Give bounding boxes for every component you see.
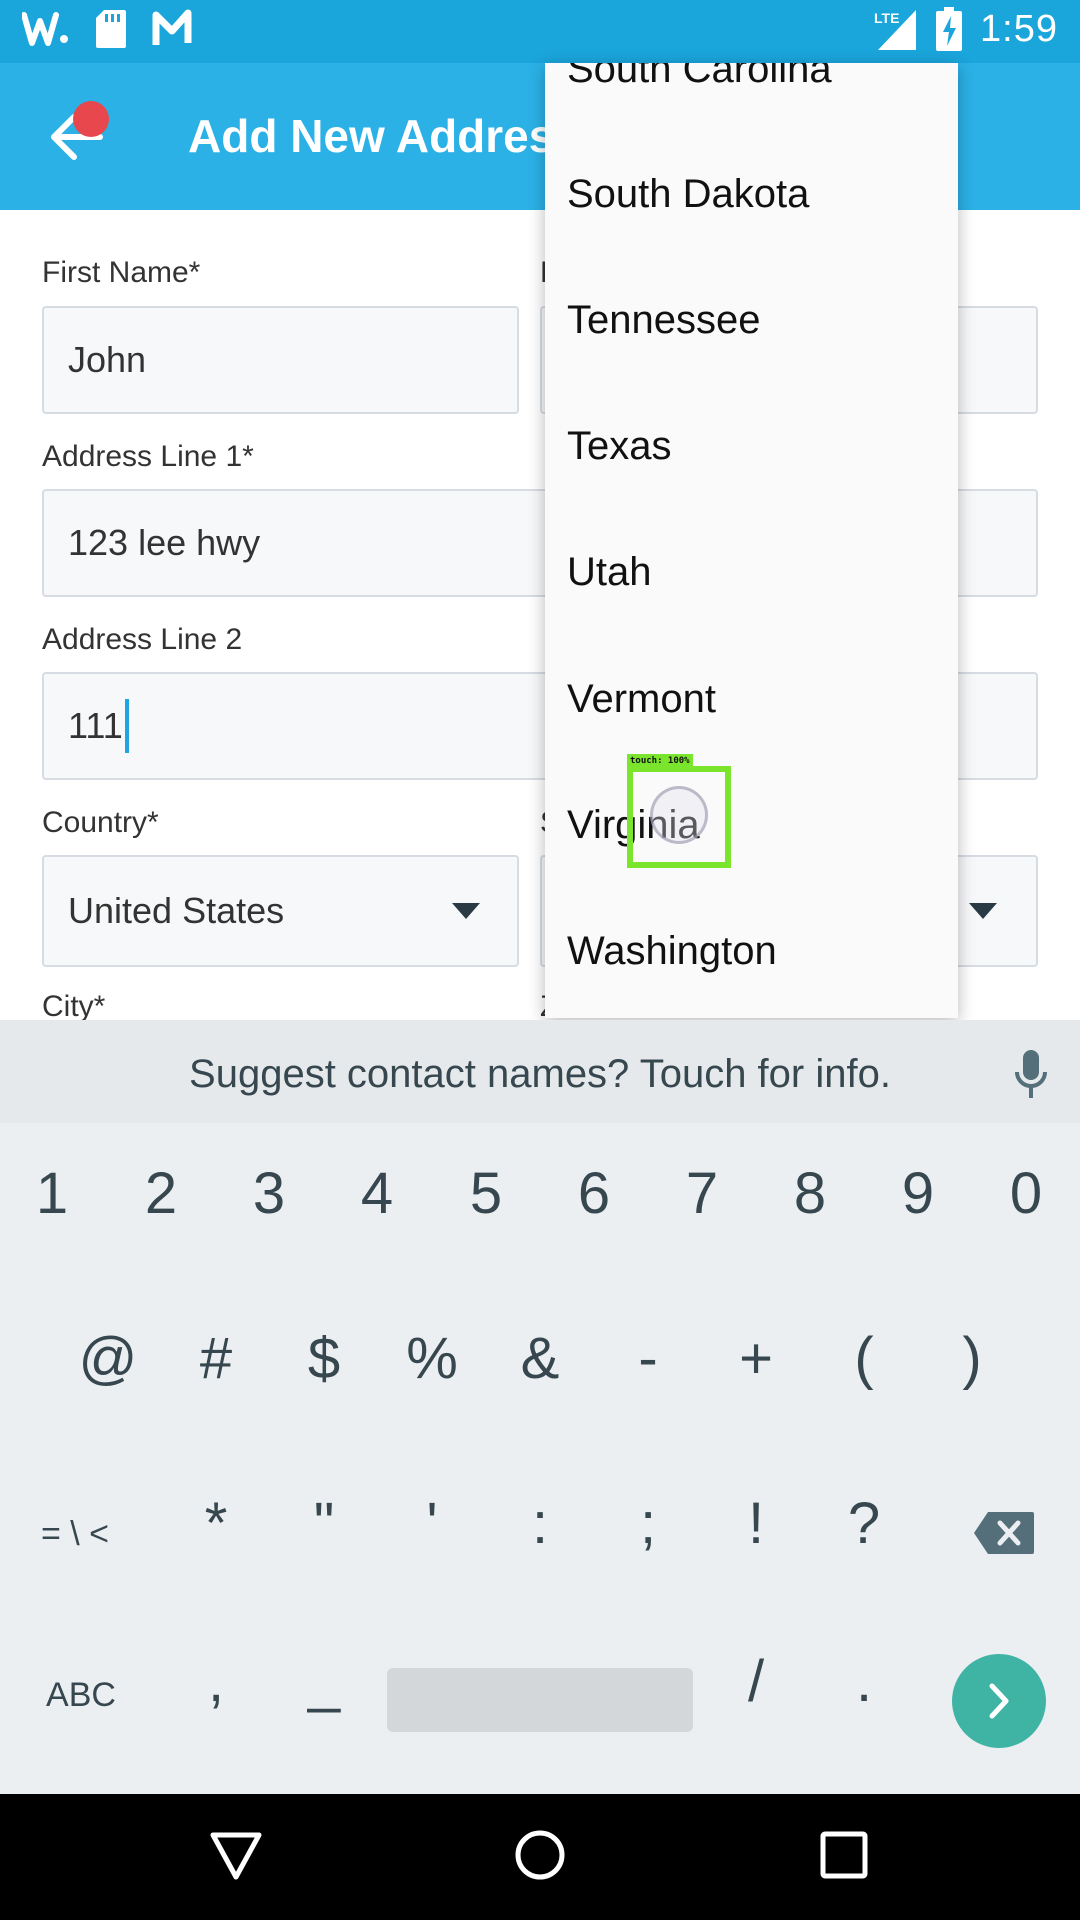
- key-underscore[interactable]: _: [279, 1648, 369, 1715]
- first-name-value: John: [68, 339, 147, 380]
- touch-label: touch: 100%: [627, 754, 693, 768]
- touch-indicator: [627, 766, 731, 868]
- key-exclamation[interactable]: !: [711, 1490, 801, 1557]
- dropdown-item-south-carolina[interactable]: South Carolina: [567, 63, 832, 92]
- first-name-label: First Name*: [42, 256, 201, 289]
- text-cursor: [124, 699, 129, 753]
- key-comma[interactable]: ,: [171, 1648, 261, 1715]
- key-percent[interactable]: %: [387, 1325, 477, 1392]
- enter-button[interactable]: [952, 1654, 1046, 1748]
- key-4[interactable]: 4: [332, 1160, 422, 1227]
- key-8[interactable]: 8: [765, 1160, 855, 1227]
- dropdown-item-utah[interactable]: Utah: [567, 550, 652, 595]
- key-5[interactable]: 5: [441, 1160, 531, 1227]
- key-double-quote[interactable]: ": [279, 1490, 369, 1557]
- navigation-bar: [0, 1794, 1080, 1920]
- dropdown-item-tennessee[interactable]: Tennessee: [567, 298, 760, 343]
- key-single-quote[interactable]: ': [387, 1490, 477, 1557]
- country-select[interactable]: United States: [42, 855, 519, 967]
- key-semicolon[interactable]: ;: [603, 1490, 693, 1557]
- key-minus[interactable]: -: [603, 1325, 693, 1392]
- key-ampersand[interactable]: &: [495, 1325, 585, 1392]
- recents-square-icon[interactable]: [818, 1829, 870, 1881]
- first-name-field[interactable]: John: [42, 306, 519, 414]
- status-bar: LTE 1:59: [0, 0, 1080, 63]
- key-plus[interactable]: +: [711, 1325, 801, 1392]
- dropdown-item-vermont[interactable]: Vermont: [567, 677, 716, 722]
- address2-value: 111: [68, 705, 123, 746]
- key-7[interactable]: 7: [657, 1160, 747, 1227]
- key-slash[interactable]: /: [711, 1648, 801, 1715]
- suggestion-text: Suggest contact names? Touch for info.: [189, 1052, 891, 1096]
- w-app-icon: [22, 12, 68, 46]
- dropdown-item-south-dakota[interactable]: South Dakota: [567, 172, 809, 217]
- key-close-paren[interactable]: ): [927, 1325, 1017, 1392]
- state-dropdown-list[interactable]: South Carolina South Dakota Tennessee Te…: [545, 63, 958, 1018]
- address2-label: Address Line 2: [42, 623, 243, 656]
- key-period[interactable]: .: [819, 1648, 909, 1715]
- sd-card-icon: [96, 10, 126, 48]
- key-question[interactable]: ?: [819, 1490, 909, 1557]
- battery-charging-icon: [936, 7, 963, 51]
- page-title: Add New Address: [188, 110, 580, 162]
- key-1[interactable]: 1: [7, 1160, 97, 1227]
- soft-keyboard: Suggest contact names? Touch for info. 1…: [0, 1020, 1080, 1794]
- chevron-right-icon: [989, 1683, 1009, 1719]
- chevron-down-icon: [452, 903, 480, 919]
- key-dollar[interactable]: $: [279, 1325, 369, 1392]
- backspace-icon[interactable]: [972, 1510, 1036, 1556]
- key-3[interactable]: 3: [224, 1160, 314, 1227]
- country-value: United States: [68, 890, 285, 931]
- chevron-down-icon: [969, 903, 997, 919]
- back-triangle-icon[interactable]: [208, 1827, 264, 1883]
- key-at[interactable]: @: [63, 1325, 153, 1392]
- suggestion-strip[interactable]: Suggest contact names? Touch for info.: [0, 1020, 1080, 1123]
- dropdown-item-washington[interactable]: Washington: [567, 929, 777, 974]
- key-hash[interactable]: #: [171, 1325, 261, 1392]
- home-circle-icon[interactable]: [512, 1827, 568, 1883]
- dropdown-item-texas[interactable]: Texas: [567, 424, 672, 469]
- key-asterisk[interactable]: *: [171, 1490, 261, 1557]
- key-6[interactable]: 6: [549, 1160, 639, 1227]
- key-0[interactable]: 0: [981, 1160, 1071, 1227]
- space-bar[interactable]: [387, 1668, 693, 1732]
- key-colon[interactable]: :: [495, 1490, 585, 1557]
- key-open-paren[interactable]: (: [819, 1325, 909, 1392]
- n-app-icon: [152, 9, 192, 45]
- signal-icon: [878, 10, 917, 50]
- notification-dot: [73, 101, 109, 137]
- key-abc[interactable]: ABC: [36, 1676, 126, 1715]
- city-label: City*: [42, 990, 106, 1020]
- key-more-symbols[interactable]: = \ <: [30, 1515, 120, 1554]
- microphone-icon[interactable]: [1013, 1048, 1049, 1102]
- key-9[interactable]: 9: [873, 1160, 963, 1227]
- address1-value: 123 lee hwy: [68, 522, 261, 563]
- key-2[interactable]: 2: [116, 1160, 206, 1227]
- country-label: Country*: [42, 806, 159, 839]
- clock: 1:59: [980, 7, 1058, 50]
- address1-label: Address Line 1*: [42, 440, 254, 473]
